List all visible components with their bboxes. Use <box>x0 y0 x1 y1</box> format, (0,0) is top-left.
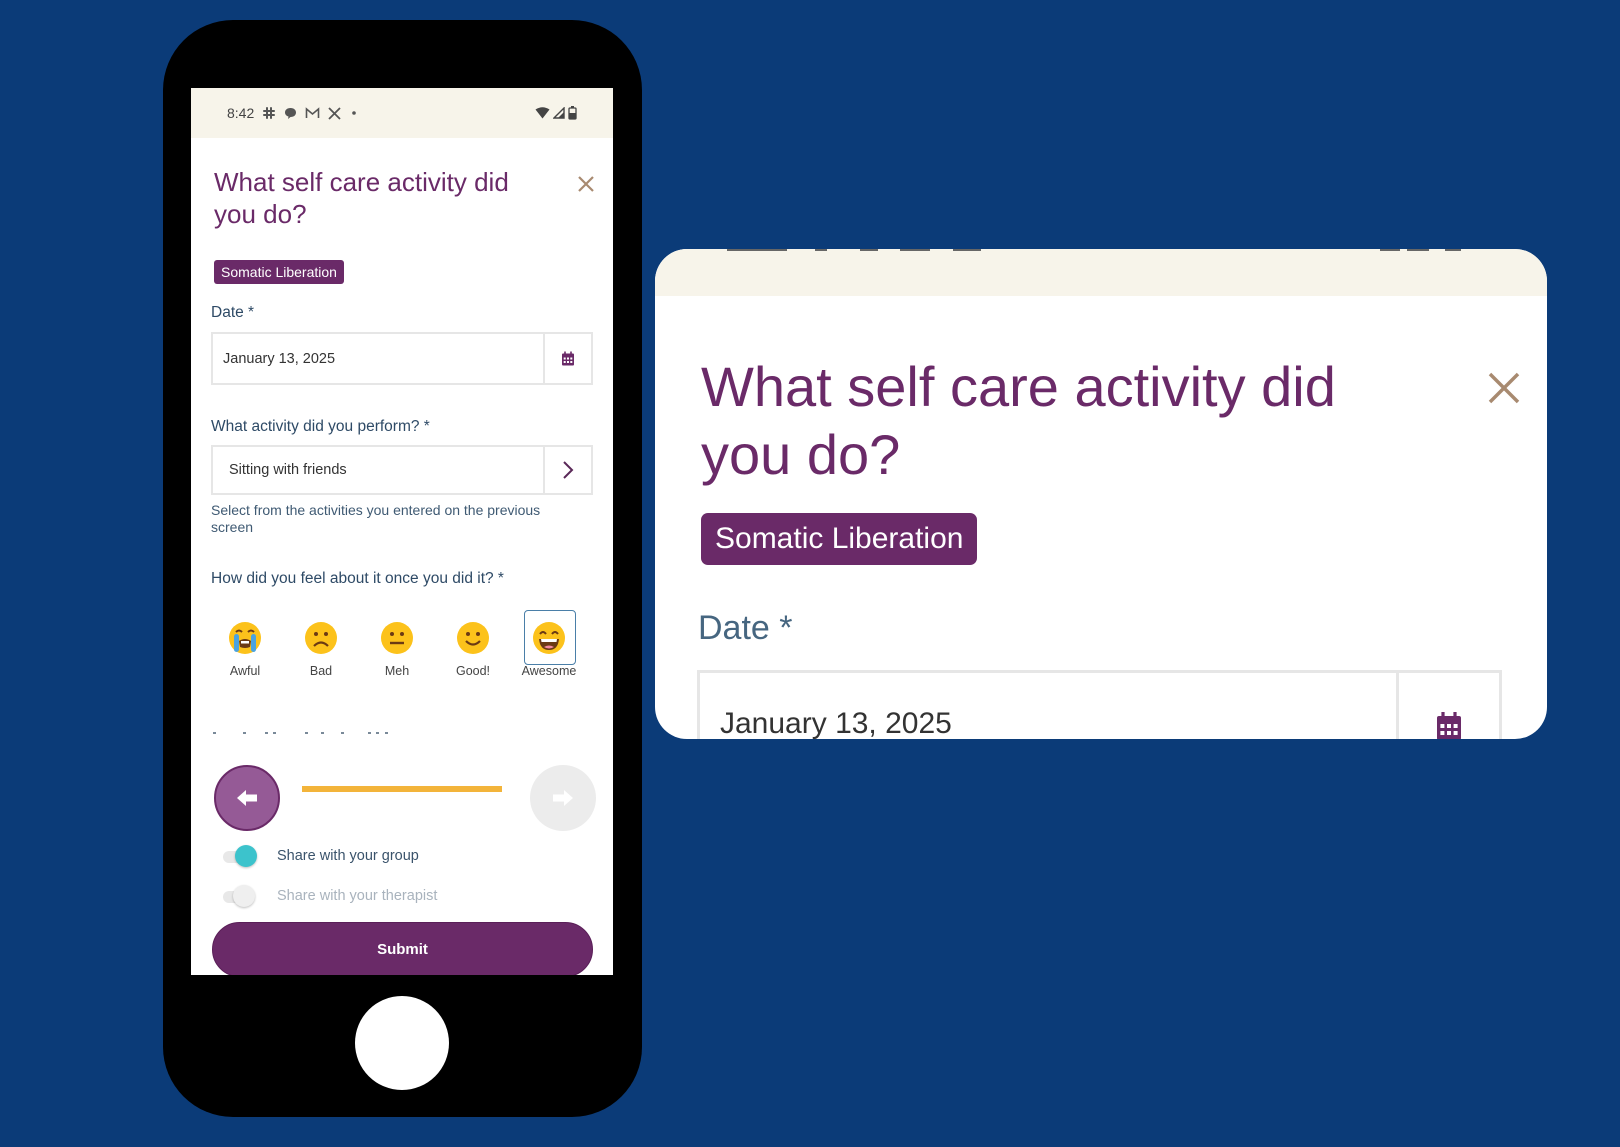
activity-selector[interactable]: Sitting with friends <box>211 445 593 495</box>
crying-face-icon <box>227 620 263 656</box>
close-icon <box>1488 372 1520 404</box>
activity-select-button[interactable] <box>543 447 591 493</box>
clipped-label-text <box>213 732 393 735</box>
mood-label: Awful <box>229 664 261 678</box>
share-group-toggle-row[interactable]: Share with your group <box>221 845 419 867</box>
zoomed-detail-card: What self care activity did you do? Soma… <box>655 249 1547 739</box>
neutral-face-icon <box>379 620 415 656</box>
share-therapist-toggle[interactable] <box>221 885 257 907</box>
date-label: Date * <box>211 304 255 321</box>
wifi-icon <box>535 107 550 119</box>
mood-option-bad[interactable]: Bad <box>287 610 355 688</box>
mood-label: Awesome <box>521 664 577 678</box>
calendar-icon <box>1437 712 1461 739</box>
mood-option-awful[interactable]: Awful <box>211 610 279 688</box>
date-value[interactable]: January 13, 2025 <box>213 334 543 383</box>
mood-selector: Awful Bad Meh Good! Awesome <box>211 610 603 690</box>
page-title: What self care activity did you do? <box>214 167 509 229</box>
zoomed-date-picker-button[interactable] <box>1396 673 1499 739</box>
mood-option-meh[interactable]: Meh <box>363 610 431 688</box>
date-field[interactable]: January 13, 2025 <box>211 332 593 385</box>
chevron-right-icon <box>563 461 574 479</box>
home-button[interactable] <box>355 996 449 1090</box>
close-icon <box>578 176 594 192</box>
zoomed-date-label: Date * <box>698 609 793 647</box>
slack-icon <box>262 106 276 120</box>
battery-icon <box>568 106 577 120</box>
smiling-face-icon <box>455 620 491 656</box>
forward-button[interactable] <box>530 765 596 831</box>
zoomed-close-button[interactable] <box>1487 371 1521 405</box>
share-group-label: Share with your group <box>277 848 419 864</box>
program-tag: Somatic Liberation <box>214 260 344 284</box>
arrow-left-icon <box>237 790 257 806</box>
dot-icon <box>349 108 359 118</box>
gmail-icon <box>305 107 320 119</box>
mood-option-good[interactable]: Good! <box>439 610 507 688</box>
close-button[interactable] <box>574 172 598 196</box>
zoomed-date-value[interactable]: January 13, 2025 <box>700 673 1396 739</box>
x-icon <box>328 106 341 120</box>
status-time: 8:42 <box>227 105 255 121</box>
signal-icon <box>553 107 565 119</box>
phone-screen: 8:42 What self care activity did you do?… <box>191 88 613 975</box>
date-picker-button[interactable] <box>543 334 591 383</box>
zoomed-date-field[interactable]: January 13, 2025 <box>697 670 1502 739</box>
selected-indicator <box>524 610 576 665</box>
chat-bubble-icon <box>284 107 297 120</box>
frowning-face-icon <box>303 620 339 656</box>
phone-frame: 8:42 What self care activity did you do?… <box>163 20 642 1117</box>
activity-value[interactable]: Sitting with friends <box>213 447 543 493</box>
mood-label: Good! <box>455 664 491 678</box>
activity-helper-text: Select from the activities you entered o… <box>211 502 541 535</box>
progress-bar <box>302 786 502 792</box>
arrow-right-icon <box>553 790 573 806</box>
share-therapist-toggle-row[interactable]: Share with your therapist <box>221 885 437 907</box>
zoomed-page-title: What self care activity did you do? <box>701 355 1336 486</box>
submit-button[interactable]: Submit <box>212 922 593 975</box>
progress-fill <box>302 786 502 792</box>
feeling-label: How did you feel about it once you did i… <box>211 570 504 587</box>
status-bar: 8:42 <box>191 88 613 138</box>
mood-option-awesome[interactable]: Awesome <box>515 610 583 688</box>
mood-label: Meh <box>384 664 410 678</box>
share-therapist-label: Share with your therapist <box>277 888 438 904</box>
zoomed-status-bar <box>655 249 1547 296</box>
back-button[interactable] <box>214 765 280 831</box>
calendar-icon <box>562 351 574 366</box>
mood-label: Bad <box>309 664 333 678</box>
activity-label: What activity did you perform? * <box>211 418 430 435</box>
share-group-toggle[interactable] <box>221 845 257 867</box>
zoomed-program-tag: Somatic Liberation <box>701 513 978 565</box>
